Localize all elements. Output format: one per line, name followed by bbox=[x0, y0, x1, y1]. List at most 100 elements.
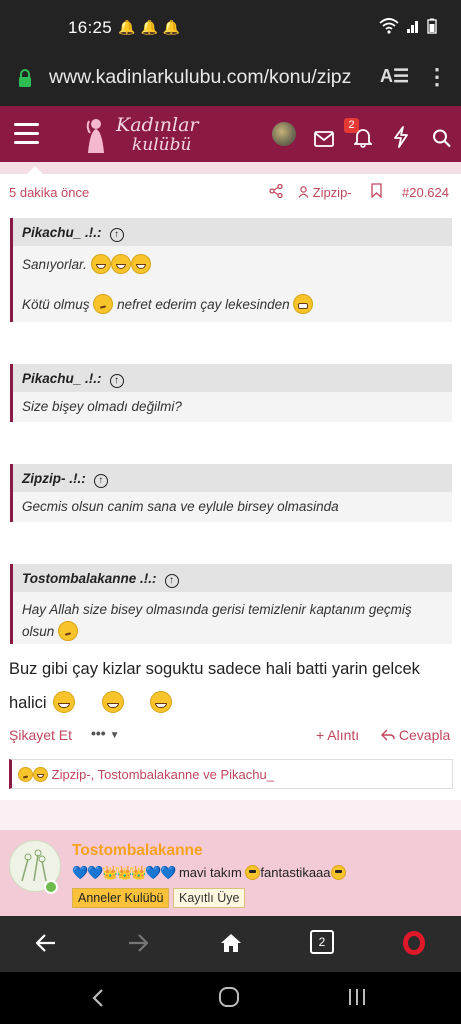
grin-emoji-icon bbox=[150, 691, 173, 713]
quote-line: olsun bbox=[22, 624, 55, 639]
quote-block: Pikachu_ .!.: ↑ Sanıyorlar. Kötü olmuş ne… bbox=[10, 218, 452, 322]
logo-figure-icon bbox=[86, 119, 104, 153]
jump-to-quote-icon[interactable]: ↑ bbox=[164, 574, 179, 588]
logo-text-bottom: kulübü bbox=[132, 135, 192, 155]
address-field[interactable]: www.kadinlarkulubu.com/konu/zipz bbox=[49, 66, 371, 96]
quote-header[interactable]: Pikachu_ .!.: ↑ bbox=[13, 364, 452, 392]
online-status-icon bbox=[44, 880, 58, 894]
post-message: Buz gibi çay kizlar soguktu sadece hali … bbox=[9, 652, 455, 720]
quote-button[interactable]: + Alıntı bbox=[316, 727, 359, 743]
system-icons bbox=[379, 18, 437, 37]
quote-body: Hay Allah size bisey olmasında gerisi te… bbox=[13, 592, 452, 643]
message-line: Buz gibi çay kizlar soguktu sadece hali … bbox=[9, 660, 420, 678]
joy-emoji-icon bbox=[110, 254, 131, 274]
quote-author: Pikachu_ .!.: bbox=[22, 225, 102, 240]
sunglasses-emoji-icon bbox=[330, 865, 346, 880]
status-bar: 16:25 🔔🔔🔔 bbox=[0, 0, 461, 56]
status-badge: Kayıtlı Üye bbox=[173, 888, 246, 908]
reaction-users: Zipzip-, Tostombalakanne ve Pikachu_ bbox=[51, 767, 274, 782]
clock: 16:25 bbox=[68, 18, 113, 37]
grimace-emoji-icon bbox=[293, 294, 314, 314]
quote-header[interactable]: Tostombalakanne .!.: ↑ bbox=[13, 564, 452, 592]
post-separator bbox=[0, 800, 461, 830]
author-signature: 💙💙👑👑👑💙💙 mavi takım fantastikaaa bbox=[72, 865, 346, 881]
crown-emoji-icons: 👑👑👑 bbox=[102, 865, 147, 880]
chevron-down-icon: ▼ bbox=[109, 730, 120, 741]
reactions-bar[interactable]: Zipzip-, Tostombalakanne ve Pikachu_ bbox=[9, 759, 453, 789]
header-divider bbox=[0, 162, 461, 174]
grin-emoji-icon bbox=[101, 691, 124, 713]
bell-icon: 🔔 bbox=[140, 19, 163, 35]
post-time[interactable]: 5 dakika önce bbox=[9, 185, 89, 200]
jump-to-quote-icon[interactable]: ↑ bbox=[93, 474, 108, 488]
recent-apps-icon[interactable] bbox=[347, 987, 367, 1007]
joy-emoji-icon bbox=[90, 254, 111, 274]
battery-icon bbox=[427, 18, 437, 34]
tabs-button[interactable]: 2 bbox=[310, 930, 334, 954]
jump-to-quote-icon[interactable]: ↑ bbox=[109, 374, 124, 388]
quote-line: Hay Allah size bisey olmasında gerisi te… bbox=[22, 602, 412, 617]
bell-icon: 🔔 bbox=[162, 19, 186, 35]
author-name[interactable]: Tostombalakanne bbox=[72, 842, 203, 860]
reply-label: Cevapla bbox=[398, 727, 451, 743]
joy-emoji-icon bbox=[130, 254, 151, 274]
quote-body: Sanıyorlar. Kötü olmuş nefret ederim çay… bbox=[13, 246, 452, 314]
jump-to-quote-icon[interactable]: ↑ bbox=[109, 228, 124, 242]
quote-block: Pikachu_ .!.: ↑ Size bişey olmadı değilmi… bbox=[10, 364, 452, 422]
site-header: Kadınlar kulübü 2 bbox=[0, 106, 461, 162]
quote-body: Size bişey olmadı değilmi? bbox=[22, 399, 182, 414]
post-author-name: Zipzip- bbox=[312, 185, 352, 200]
alerts-bell-icon[interactable] bbox=[354, 123, 372, 151]
quote-header[interactable]: Zipzip- .!.: ↑ bbox=[13, 464, 452, 492]
user-avatar[interactable] bbox=[272, 122, 296, 146]
home-icon[interactable] bbox=[220, 933, 242, 953]
reply-icon bbox=[381, 729, 395, 741]
quote-line: Kötü olmuş bbox=[22, 297, 90, 312]
reader-mode-icon[interactable]: A☰ bbox=[380, 66, 409, 87]
confused-emoji-icon bbox=[18, 767, 33, 782]
bookmark-icon[interactable] bbox=[371, 183, 382, 198]
next-post-header: Tostombalakanne 💙💙👑👑👑💙💙 mavi takım fanta… bbox=[0, 830, 461, 916]
reply-button[interactable]: Cevapla bbox=[381, 727, 450, 743]
sunglasses-emoji-icon bbox=[245, 865, 261, 880]
post-meta-row: 5 dakika önce Zipzip- #20.624 bbox=[0, 174, 461, 210]
search-icon[interactable] bbox=[432, 124, 451, 152]
message-line: halici bbox=[9, 694, 47, 712]
post-actions: Şikayet Et ••• ▼ + Alıntı Cevapla bbox=[0, 724, 461, 748]
report-link[interactable]: Şikayet Et bbox=[9, 727, 72, 743]
blue-heart-icons: 💙💙 bbox=[72, 865, 103, 880]
hamburger-menu-icon[interactable] bbox=[14, 123, 39, 145]
opera-menu-icon[interactable] bbox=[403, 931, 425, 955]
notification-icons: 🔔🔔🔔 bbox=[118, 19, 185, 36]
quote-author: Zipzip- .!.: bbox=[22, 471, 86, 486]
grin-emoji-icon bbox=[53, 691, 76, 713]
role-badge: Anneler Kulübü bbox=[72, 888, 170, 908]
quote-block: Tostombalakanne .!.: ↑ Hay Allah size bis… bbox=[10, 564, 452, 644]
more-options-dots: ••• bbox=[91, 725, 106, 741]
inbox-icon[interactable] bbox=[314, 125, 334, 153]
confused-emoji-icon bbox=[58, 621, 79, 641]
browser-bottom-nav: 2 bbox=[0, 916, 461, 972]
blue-heart-icons: 💙💙 bbox=[144, 865, 176, 880]
forward-arrow-icon[interactable] bbox=[128, 934, 148, 952]
logo-text-top: Kadınlar bbox=[116, 114, 199, 136]
browser-menu-icon[interactable]: ⋮ bbox=[426, 64, 448, 90]
system-back-icon[interactable] bbox=[92, 988, 104, 1008]
post-author[interactable]: Zipzip- bbox=[298, 185, 352, 200]
system-home-icon[interactable] bbox=[218, 986, 240, 1008]
share-icon[interactable] bbox=[269, 184, 283, 198]
signature-text: mavi takım bbox=[178, 865, 242, 880]
quote-body: Gecmis olsun canim sana ve eylule birsey… bbox=[22, 499, 339, 514]
user-icon bbox=[298, 186, 309, 198]
browser-url-bar: www.kadinlarkulubu.com/konu/zipz A☰ ⋮ bbox=[0, 56, 461, 106]
back-arrow-icon[interactable] bbox=[36, 934, 56, 952]
post-number[interactable]: #20.624 bbox=[402, 185, 449, 200]
more-options-button[interactable]: ••• ▼ bbox=[91, 725, 120, 741]
wifi-icon bbox=[379, 18, 399, 34]
confused-emoji-icon bbox=[93, 294, 114, 314]
site-logo[interactable]: Kadınlar kulübü bbox=[82, 111, 199, 159]
bolt-icon[interactable] bbox=[393, 123, 409, 151]
signature-text-end: fantastikaaa bbox=[260, 865, 331, 880]
quote-header[interactable]: Pikachu_ .!.: ↑ bbox=[13, 218, 452, 246]
bell-icon: 🔔 bbox=[118, 19, 141, 35]
